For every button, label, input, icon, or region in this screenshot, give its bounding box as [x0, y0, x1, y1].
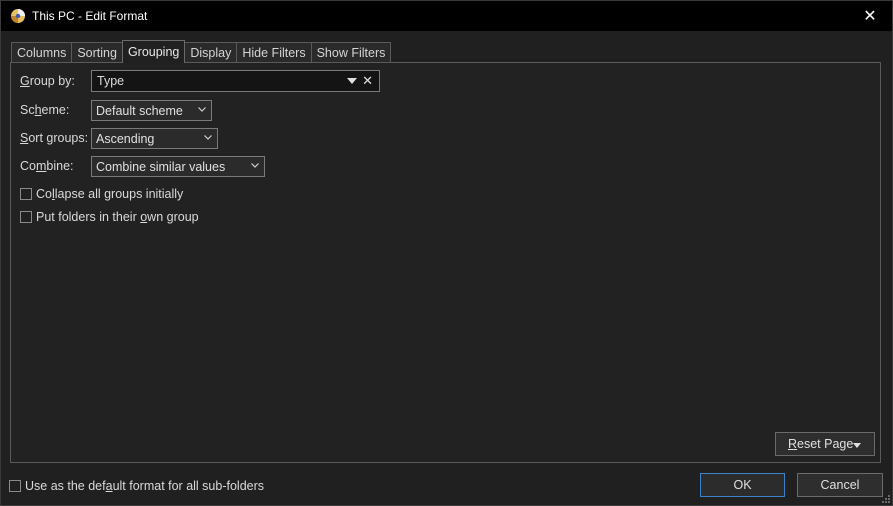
cancel-button[interactable]: Cancel: [797, 473, 883, 497]
chevron-down-icon: [204, 135, 212, 140]
tab-sorting[interactable]: Sorting: [71, 42, 123, 62]
collapse-groups-label: Collapse all groups initially: [36, 187, 184, 201]
resize-grip-icon[interactable]: [882, 495, 890, 503]
tab-strip: Columns Sorting Grouping Display Hide Fi…: [11, 40, 392, 63]
default-format-label: Use as the default format for all sub-fo…: [25, 479, 265, 493]
chevron-down-icon: [198, 107, 206, 112]
dropdown-arrow-icon: [853, 443, 861, 448]
collapse-groups-option[interactable]: Collapse all groups initially: [20, 187, 183, 201]
tab-columns[interactable]: Columns: [11, 42, 73, 62]
reset-page-button[interactable]: Reset Page: [775, 432, 875, 456]
tab-hide-filters[interactable]: Hide Filters: [236, 42, 312, 62]
reset-page-label: Reset Page: [788, 437, 854, 451]
scheme-value: Default scheme: [96, 104, 183, 118]
chevron-down-icon: [251, 163, 259, 168]
window-title: This PC - Edit Format: [32, 9, 148, 23]
close-button[interactable]: ✕: [848, 1, 892, 31]
sort-groups-value: Ascending: [96, 132, 155, 146]
ok-button[interactable]: OK: [700, 473, 785, 497]
clear-icon[interactable]: ✕: [362, 73, 373, 89]
folders-own-group-option[interactable]: Put folders in their own group: [20, 210, 199, 224]
tab-grouping[interactable]: Grouping: [121, 40, 186, 63]
sort-groups-label: Sort groups:: [20, 131, 89, 145]
group-by-value: Type: [97, 74, 125, 88]
group-by-field[interactable]: Type ✕: [91, 70, 380, 92]
default-format-option[interactable]: Use as the default format for all sub-fo…: [9, 479, 264, 493]
folders-own-group-checkbox[interactable]: [20, 211, 32, 223]
combine-select[interactable]: Combine similar values: [91, 156, 265, 177]
folders-own-group-label: Put folders in their own group: [36, 210, 199, 224]
tab-display[interactable]: Display: [184, 42, 238, 62]
sort-groups-select[interactable]: Ascending: [91, 128, 218, 149]
edit-format-dialog: This PC - Edit Format ✕ Columns Sorting …: [0, 0, 893, 506]
group-by-dropdown-icon[interactable]: [347, 78, 357, 84]
default-format-checkbox[interactable]: [9, 480, 21, 492]
app-icon: [11, 9, 25, 23]
close-icon: ✕: [863, 8, 877, 25]
combine-value: Combine similar values: [96, 160, 226, 174]
scheme-label: Scheme:: [20, 103, 70, 117]
title-bar: This PC - Edit Format ✕: [1, 1, 892, 31]
scheme-select[interactable]: Default scheme: [91, 100, 212, 121]
combine-label: Combine:: [20, 159, 74, 173]
group-by-label: Group by:: [20, 74, 75, 88]
tab-show-filters[interactable]: Show Filters: [310, 42, 392, 62]
collapse-groups-checkbox[interactable]: [20, 188, 32, 200]
grouping-panel: [10, 62, 881, 463]
